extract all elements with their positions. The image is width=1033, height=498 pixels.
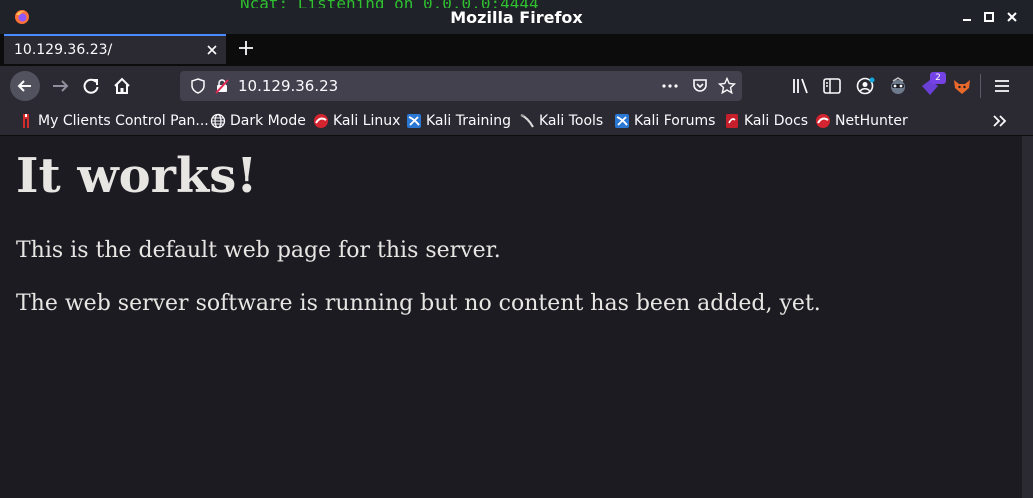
- bookmark-kali-training[interactable]: Kali Training: [406, 111, 511, 131]
- page-paragraph-2: The web server software is running but n…: [16, 291, 821, 316]
- page-scrollbar[interactable]: [1022, 136, 1033, 498]
- maximize-icon[interactable]: [982, 10, 996, 24]
- close-window-icon[interactable]: [1005, 10, 1019, 24]
- bookmark-star-icon[interactable]: [718, 77, 736, 95]
- sidebar-icon[interactable]: [822, 76, 842, 96]
- bookmark-label: NetHunter: [835, 113, 908, 129]
- bookmark-my-clients-control-panel[interactable]: My Clients Control Pan...: [18, 111, 209, 131]
- url-text[interactable]: 10.129.36.23: [238, 77, 338, 95]
- extension-badge-count: 2: [930, 72, 946, 84]
- page-paragraph-1: This is the default web page for this se…: [16, 238, 501, 263]
- bookmark-kali-forums[interactable]: Kali Forums: [614, 111, 715, 131]
- bookmark-label: Kali Tools: [539, 113, 604, 129]
- bookmark-label: My Clients Control Pan...: [38, 113, 209, 129]
- reload-icon[interactable]: [76, 71, 106, 101]
- nav-toolbar: 10.129.36.23 2: [0, 66, 1033, 106]
- page-heading: It works!: [16, 148, 258, 204]
- home-icon[interactable]: [107, 71, 137, 101]
- globe-icon: [210, 113, 226, 129]
- new-tab-icon[interactable]: [238, 40, 254, 56]
- bookmark-kali-docs[interactable]: Kali Docs: [724, 111, 808, 131]
- bookmark-nethunter[interactable]: NetHunter: [815, 111, 908, 131]
- bookmark-kali-tools[interactable]: Kali Tools: [519, 111, 603, 131]
- extension-avatar-icon[interactable]: [888, 76, 908, 96]
- back-button[interactable]: [10, 71, 40, 101]
- extension-badge-button[interactable]: 2: [920, 72, 946, 98]
- bookmark-dark-mode[interactable]: Dark Mode: [210, 111, 306, 131]
- minimize-icon[interactable]: [960, 10, 974, 24]
- bookmark-label: Kali Forums: [634, 113, 716, 129]
- page-actions-icon[interactable]: [660, 78, 680, 94]
- bookmark-label: Kali Docs: [744, 113, 809, 129]
- url-bar[interactable]: 10.129.36.23: [180, 71, 742, 101]
- hamburger-menu-icon[interactable]: [992, 76, 1012, 96]
- pocket-icon[interactable]: [691, 77, 709, 95]
- bookmark-kali-linux[interactable]: Kali Linux: [313, 111, 400, 131]
- browser-window: Ncat: Listening on 0.0.0.0:4444 Mozilla …: [0, 0, 1033, 498]
- terminal-bleed-text: Ncat: Listening on 0.0.0.0:4444: [240, 0, 640, 8]
- close-tab-icon[interactable]: [206, 44, 218, 56]
- kali-forums-icon: [615, 114, 629, 128]
- page-content: It works! This is the default web page f…: [0, 136, 1022, 498]
- toolbar-divider: [980, 74, 981, 98]
- bookmark-label: Dark Mode: [230, 113, 306, 129]
- window-title: Mozilla Firefox: [450, 8, 583, 27]
- kali-tools-icon: [520, 113, 534, 128]
- account-icon[interactable]: [856, 76, 876, 96]
- forward-arrow-icon[interactable]: [46, 71, 76, 101]
- bookmark-label: Kali Linux: [333, 113, 401, 129]
- tab-active[interactable]: 10.129.36.23/: [4, 34, 226, 64]
- kali-training-icon: [407, 114, 421, 128]
- bookmark-label: Kali Training: [426, 113, 511, 129]
- bookmarks-overflow-chevron-icon[interactable]: [991, 113, 1009, 129]
- insecure-lock-icon[interactable]: [214, 78, 230, 94]
- nethunter-icon: [816, 114, 830, 128]
- tab-strip: 10.129.36.23/: [0, 34, 1033, 66]
- library-icon[interactable]: [791, 76, 811, 96]
- client-panel-icon: [23, 114, 29, 128]
- kali-docs-icon: [726, 114, 738, 128]
- back-arrow-icon: [17, 80, 31, 92]
- kali-icon: [314, 114, 328, 128]
- tab-label: 10.129.36.23/: [14, 42, 113, 58]
- tracking-shield-icon[interactable]: [190, 78, 206, 94]
- title-bar: Ncat: Listening on 0.0.0.0:4444 Mozilla …: [0, 0, 1033, 34]
- bookmarks-toolbar: My Clients Control Pan... Dark Mode Kali…: [0, 106, 1033, 136]
- foxyproxy-icon[interactable]: [952, 76, 972, 96]
